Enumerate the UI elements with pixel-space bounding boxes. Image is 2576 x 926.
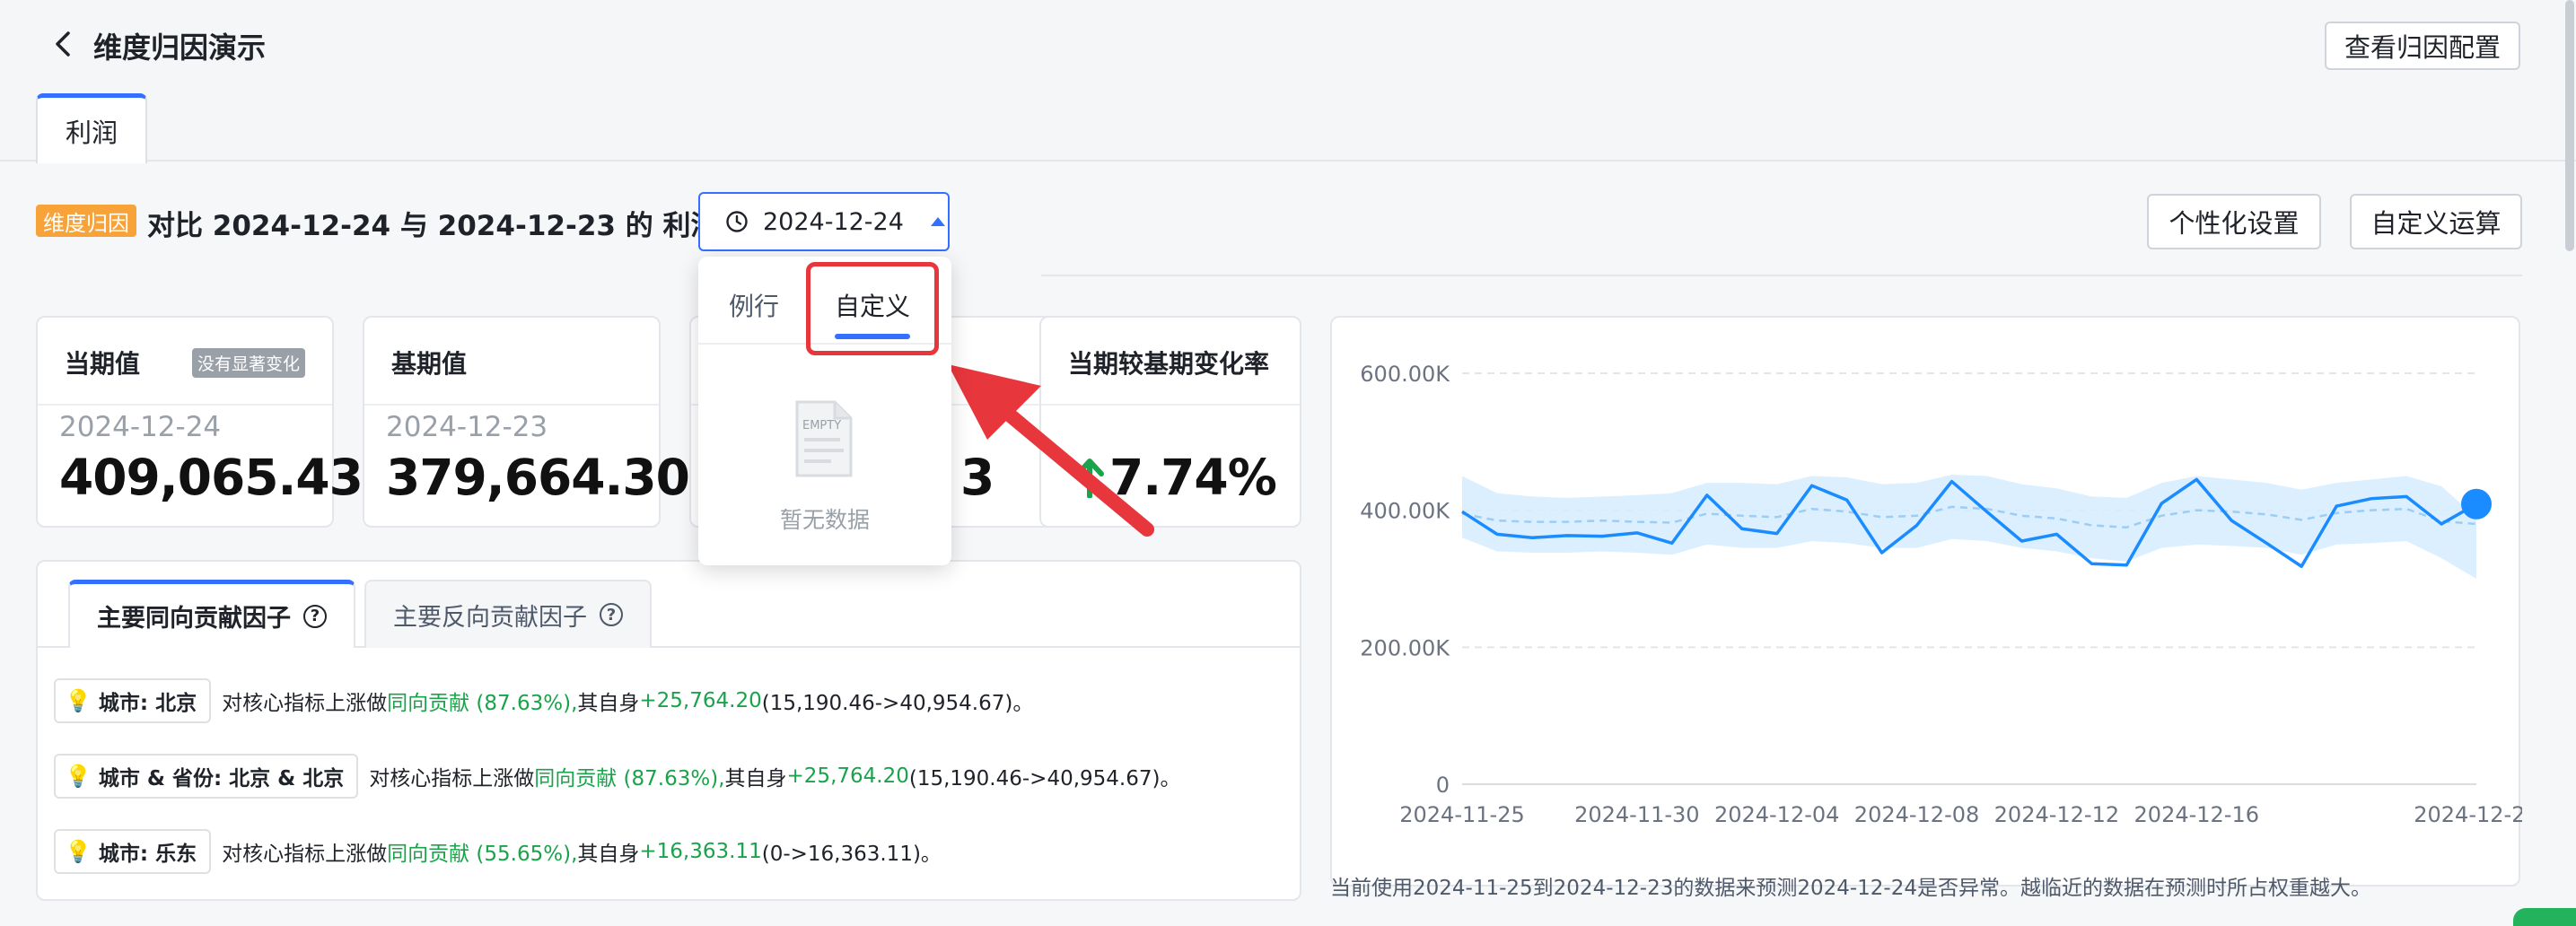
dimension-attribution-tag: 维度归因 <box>36 205 136 237</box>
custom-calculation-button[interactable]: 自定义运算 <box>2350 194 2522 249</box>
factor-contribution: 同向贡献 (87.63%), <box>534 767 725 791</box>
factor-row: 💡 城市: 北京 对核心指标上涨做 同向贡献 (87.63%), 其自身 +25,… <box>54 678 1033 723</box>
view-attribution-config-button[interactable]: 查看归因配置 <box>2325 22 2520 70</box>
lightbulb-icon: 💡 <box>65 839 92 864</box>
current-value-card: 当期值 没有显著变化 2024-12-24 409,065.43 <box>36 316 364 528</box>
x-tick-label: 2024-11-25 <box>1399 802 1524 827</box>
back-arrow-icon[interactable] <box>48 29 79 59</box>
base-value-card: 基期值 2024-12-23 379,664.30 <box>363 316 690 528</box>
divider <box>1041 275 2522 276</box>
card-date: 2024-12-23 <box>386 411 548 443</box>
x-tick-label: 2024-11-30 <box>1574 802 1699 827</box>
personalize-settings-button[interactable]: 个性化设置 <box>2147 194 2321 249</box>
factor-range: (15,190.46->40,954.67)。 <box>761 692 1034 715</box>
tab-profit[interactable]: 利润 <box>36 93 147 163</box>
tab-negative-factors[interactable]: 主要反向贡献因子 ? <box>364 580 652 648</box>
factor-contribution: 同向贡献 (87.63%), <box>387 692 578 715</box>
card-divider <box>364 404 659 406</box>
tab-routine[interactable]: 例行 <box>729 287 779 323</box>
x-tick-label: 2024-12-24 <box>2414 802 2522 827</box>
tab-label: 主要反向贡献因子 <box>393 603 587 632</box>
tab-positive-factors[interactable]: 主要同向贡献因子 ? <box>68 580 355 648</box>
annotation-arrow-icon <box>948 364 1154 537</box>
caret-up-icon <box>930 217 945 226</box>
card-date: 2024-12-24 <box>59 411 222 443</box>
current-point-marker <box>2461 488 2492 520</box>
x-tick-label: 2024-12-12 <box>1994 802 2119 827</box>
factor-range: (15,190.46->40,954.67)。 <box>908 767 1181 791</box>
y-tick-label: 400.00K <box>1360 499 1450 524</box>
factor-delta: +25,764.20 <box>639 689 762 712</box>
factor-contribution: 同向贡献 (55.65%), <box>387 843 578 866</box>
scrollbar-thumb[interactable] <box>2565 0 2574 251</box>
y-tick-label: 600.00K <box>1360 362 1450 387</box>
trend-chart: 0 200.00K 400.00K 600.00K 2024-11-25 2024-11-… <box>1360 362 2538 827</box>
factor-self-label: 其自身 <box>724 767 787 791</box>
compare-heading: 对比 2024-12-24 与 2024-12-23 的 利润 <box>147 210 719 242</box>
dimension-label: 城市 & 省份: 北京 & 北京 <box>98 767 345 791</box>
lightbulb-icon: 💡 <box>65 688 92 713</box>
date-picker-value: 2024-12-24 <box>763 207 904 236</box>
lightbulb-icon: 💡 <box>65 764 92 789</box>
help-icon[interactable]: ? <box>600 603 623 626</box>
empty-document-icon: EMPTY <box>795 400 853 477</box>
trend-chart-card: 0 200.00K 400.00K 600.00K 2024-11-25 2024-11-… <box>1330 316 2539 887</box>
highlight-box <box>806 262 939 355</box>
dimension-chip[interactable]: 💡 城市 & 省份: 北京 & 北京 <box>54 754 359 799</box>
factor-row: 💡 城市 & 省份: 北京 & 北京 对核心指标上涨做 同向贡献 (87.63%)… <box>54 754 1181 799</box>
x-tick-label: 2024-12-04 <box>1714 802 1839 827</box>
factor-prefix: 对核心指标上涨做 <box>222 692 388 715</box>
y-tick-label: 0 <box>1436 773 1450 798</box>
dimension-label: 城市: 北京 <box>98 692 197 715</box>
svg-text:EMPTY: EMPTY <box>802 419 841 432</box>
factor-self-label: 其自身 <box>577 843 640 866</box>
page-title: 维度归因演示 <box>93 31 267 65</box>
x-tick-label: 2024-12-08 <box>1854 802 1979 827</box>
card-title: 基期值 <box>391 349 468 379</box>
help-icon[interactable]: ? <box>303 604 327 628</box>
factor-prefix: 对核心指标上涨做 <box>369 767 535 791</box>
factor-delta: +16,363.11 <box>639 840 762 863</box>
date-picker[interactable]: 2024-12-24 <box>698 192 950 251</box>
x-tick-label: 2024-12-16 <box>2134 802 2259 827</box>
card-value: 379,664.30 <box>386 449 690 506</box>
prediction-note: 当前使用2024-11-25到2024-12-23的数据来预测2024-12-2… <box>1330 877 2371 900</box>
page-header <box>0 0 2576 162</box>
factor-range: (0->16,363.11)。 <box>761 843 942 866</box>
factor-delta: +25,764.20 <box>786 764 909 788</box>
dimension-chip[interactable]: 💡 城市: 乐东 <box>54 829 212 874</box>
card-value: 409,065.43 <box>59 449 364 506</box>
dimension-chip[interactable]: 💡 城市: 北京 <box>54 678 212 723</box>
factor-row: 💡 城市: 乐东 对核心指标上涨做 同向贡献 (55.65%), 其自身 +16,… <box>54 829 942 874</box>
empty-state-text: 暂无数据 <box>779 507 870 533</box>
contribution-factors-panel: 主要同向贡献因子 ? 主要反向贡献因子 ? 💡 城市: 北京 对核心指标上涨做 同… <box>36 560 1301 901</box>
no-significant-change-badge: 没有显著变化 <box>191 348 305 378</box>
factor-prefix: 对核心指标上涨做 <box>222 843 388 866</box>
factor-self-label: 其自身 <box>577 692 640 715</box>
card-divider <box>38 404 332 406</box>
dimension-label: 城市: 乐东 <box>98 843 197 866</box>
card-title: 当期值 <box>65 349 141 379</box>
tab-label: 主要同向贡献因子 <box>97 605 291 633</box>
clock-icon <box>726 211 748 232</box>
y-tick-label: 200.00K <box>1360 635 1450 660</box>
floating-helper-button[interactable] <box>2513 908 2576 926</box>
